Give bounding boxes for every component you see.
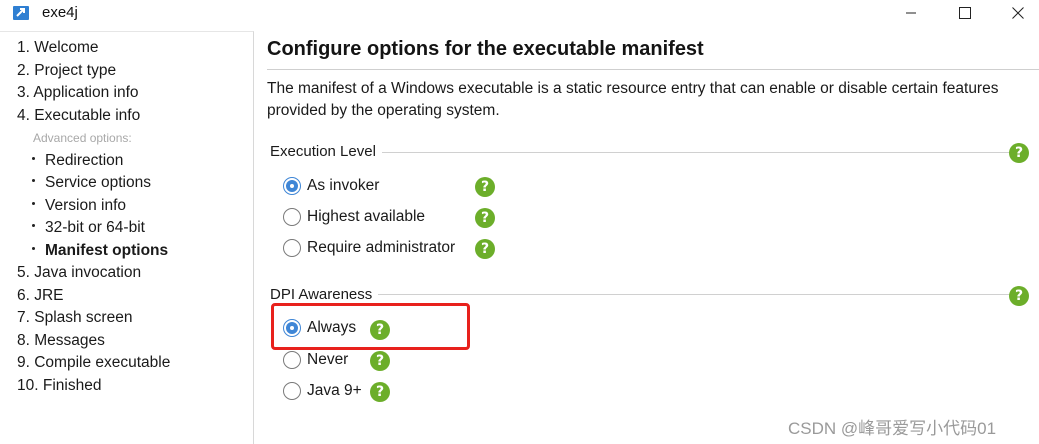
- nav-item-welcome[interactable]: 1. Welcome: [17, 39, 99, 57]
- radio-require-administrator[interactable]: Require administrator: [283, 237, 455, 259]
- help-icon[interactable]: ?: [475, 177, 495, 197]
- title-bar: exe4j: [0, 0, 1039, 26]
- nav-item-application-info[interactable]: 3. Application info: [17, 84, 139, 102]
- dpi-awareness-label: DPI Awareness: [270, 286, 379, 303]
- radio-highest-available[interactable]: Highest available: [283, 206, 425, 228]
- page-title: Configure options for the executable man…: [267, 38, 704, 60]
- nav-item-label: Service options: [45, 174, 151, 191]
- help-icon[interactable]: ?: [475, 239, 495, 259]
- nav-item-compile-executable[interactable]: 9. Compile executable: [17, 354, 170, 372]
- maximize-icon: [959, 7, 971, 19]
- nav-item-label: Version info: [45, 197, 126, 214]
- dpi-awareness-divider: [270, 294, 1010, 295]
- main-panel: Configure options for the executable man…: [255, 26, 1039, 444]
- help-icon[interactable]: ?: [1009, 143, 1029, 163]
- bullet-icon: [32, 202, 35, 206]
- maximize-button[interactable]: [942, 0, 988, 26]
- help-icon[interactable]: ?: [370, 382, 390, 402]
- radio-as-invoker[interactable]: As invoker: [283, 175, 379, 197]
- nav-item-finished[interactable]: 10. Finished: [17, 377, 101, 395]
- nav-item-messages[interactable]: 8. Messages: [17, 332, 105, 350]
- nav-item-label: Redirection: [45, 152, 124, 169]
- nav-item-splash-screen[interactable]: 7. Splash screen: [17, 309, 132, 327]
- nav-item-label: 32-bit or 64-bit: [45, 219, 145, 236]
- execution-level-label: Execution Level: [270, 143, 382, 160]
- nav-item-version-info[interactable]: Version info: [32, 197, 126, 215]
- radio-java-9-plus[interactable]: Java 9+: [283, 380, 362, 402]
- watermark-text: CSDN @峰哥爱写小代码01: [788, 419, 997, 438]
- bullet-icon: [32, 157, 35, 161]
- nav-item-java-invocation[interactable]: 5. Java invocation: [17, 264, 141, 282]
- bullet-icon: [32, 179, 35, 183]
- radio-button[interactable]: [283, 382, 301, 400]
- nav-item-redirection[interactable]: Redirection: [32, 152, 123, 170]
- radio-button[interactable]: [283, 351, 301, 369]
- help-icon[interactable]: ?: [1009, 286, 1029, 306]
- exe4j-app-icon: [12, 4, 30, 22]
- bullet-icon: [32, 224, 35, 228]
- radio-button[interactable]: [283, 239, 301, 257]
- nav-item-executable-info[interactable]: 4. Executable info: [17, 107, 140, 125]
- nav-item-jre[interactable]: 6. JRE: [17, 287, 64, 305]
- radio-never[interactable]: Never: [283, 349, 348, 371]
- nav-item-project-type[interactable]: 2. Project type: [17, 62, 116, 80]
- radio-label: Require administrator: [307, 239, 456, 256]
- radio-label: Never: [307, 351, 349, 368]
- help-icon[interactable]: ?: [370, 351, 390, 371]
- radio-label: Java 9+: [307, 382, 362, 399]
- page-description: The manifest of a Windows executable is …: [267, 80, 999, 119]
- help-icon[interactable]: ?: [475, 208, 495, 228]
- nav-item-label: Manifest options: [45, 242, 169, 259]
- radio-button[interactable]: [283, 177, 301, 195]
- radio-label: As invoker: [307, 177, 380, 194]
- window-title: exe4j: [42, 4, 78, 21]
- annotation-highlight-box: [271, 303, 470, 350]
- minimize-button[interactable]: [888, 0, 934, 26]
- advanced-options-label: Advanced options:: [33, 131, 132, 145]
- radio-label: Highest available: [307, 208, 426, 225]
- bullet-icon: [32, 247, 35, 251]
- radio-button[interactable]: [283, 208, 301, 226]
- nav-item-manifest-options[interactable]: Manifest options: [32, 242, 168, 260]
- nav-item-service-options[interactable]: Service options: [32, 174, 151, 192]
- minimize-icon: [905, 7, 917, 19]
- nav-item-32-or-64-bit[interactable]: 32-bit or 64-bit: [32, 219, 145, 237]
- close-icon: [1012, 7, 1024, 19]
- close-button[interactable]: [995, 0, 1039, 26]
- wizard-steps-nav: 1. Welcome 2. Project type 3. Applicatio…: [0, 31, 254, 444]
- heading-divider: [267, 69, 1039, 70]
